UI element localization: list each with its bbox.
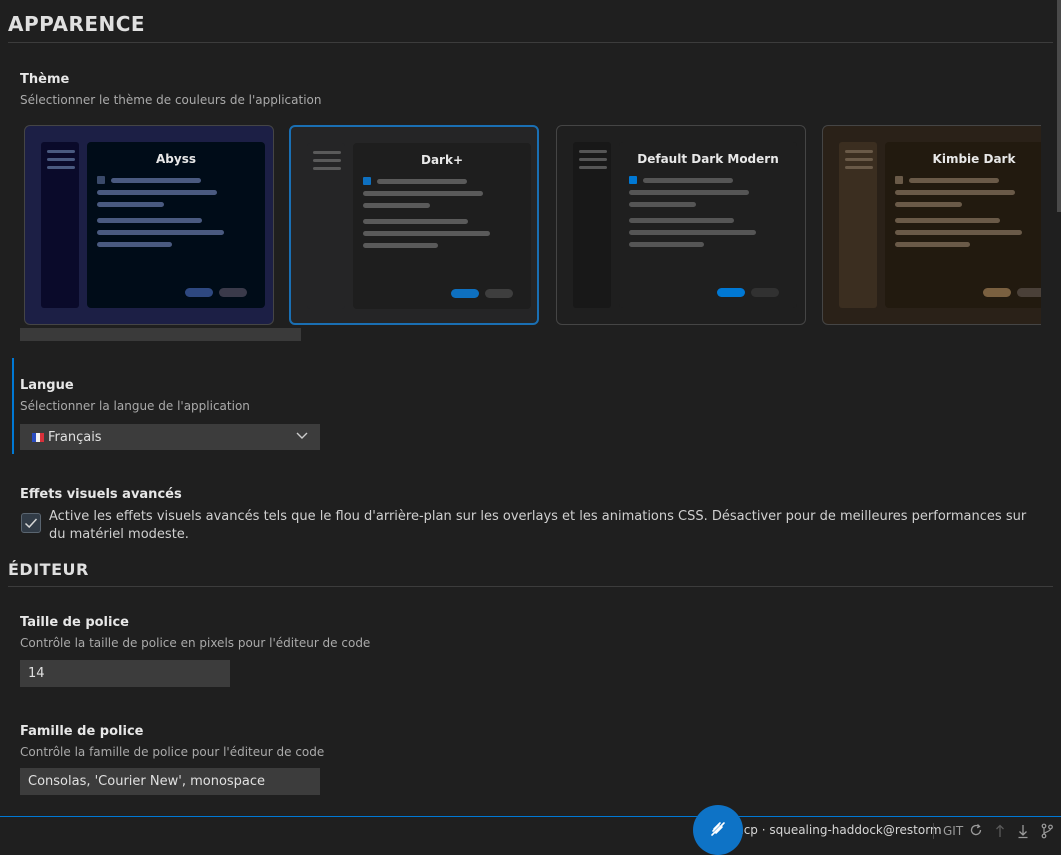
theme-preview-line [363, 203, 430, 208]
theme-preview-primary-button [983, 288, 1011, 297]
theme-preview-editor: Dark+ [353, 143, 531, 309]
vertical-scrollbar[interactable] [1057, 0, 1061, 212]
theme-card-name: Abyss [156, 152, 196, 166]
theme-preview-line [111, 178, 201, 183]
theme-preview-editor: Abyss [87, 142, 265, 308]
theme-card-name: Dark+ [420, 153, 463, 167]
refresh-icon[interactable] [969, 823, 983, 837]
theme-preview-line [363, 231, 490, 236]
theme-preview-line [895, 230, 1022, 235]
theme-preview-sidebar [839, 142, 877, 308]
theme-preview-line [895, 218, 1000, 223]
section-title-appearance: APPARENCE [8, 12, 146, 36]
font-family-setting-description: Contrôle la famille de police pour l'édi… [20, 745, 325, 759]
theme-preview-accent-dot [363, 177, 371, 185]
theme-card-name: Kimbie Dark [932, 152, 1016, 166]
theme-card-list: Abyss Dark+ Default Dark Modern Kimbie D… [24, 125, 1041, 327]
theme-preview-secondary-button [485, 289, 513, 298]
status-git-label[interactable]: GIT [943, 824, 963, 838]
theme-preview-line [97, 218, 202, 223]
section-divider [8, 586, 1053, 587]
theme-preview-line [895, 202, 962, 207]
theme-preview-line [363, 243, 438, 248]
status-bar: mcp · squealing-haddock@restorm GIT [0, 816, 1061, 845]
theme-preview-sidebar [573, 142, 611, 308]
theme-preview-accent-dot [97, 176, 105, 184]
theme-preview-line [629, 202, 696, 207]
branch-icon[interactable] [1040, 823, 1054, 839]
theme-preview-line [909, 178, 999, 183]
theme-preview-secondary-button [1017, 288, 1041, 297]
section-title-editor: ÉDITEUR [8, 560, 89, 579]
status-connection-user[interactable]: mcp · squealing-haddock@restorm [732, 823, 942, 837]
theme-preview-primary-button [185, 288, 213, 297]
language-setting-description: Sélectionner la langue de l'application [20, 399, 250, 413]
font-size-setting-title: Taille de police [20, 615, 129, 630]
font-size-setting-description: Contrôle la taille de police en pixels p… [20, 636, 371, 650]
checkmark-icon [24, 518, 38, 529]
effects-setting-title: Effets visuels avancés [20, 487, 182, 502]
feather-icon [711, 822, 725, 836]
theme-preview-line [363, 219, 468, 224]
theme-preview-line [97, 230, 224, 235]
theme-preview-line [97, 242, 172, 247]
push-icon[interactable] [993, 823, 1007, 839]
effects-checkbox[interactable] [21, 513, 41, 533]
font-family-setting-title: Famille de police [20, 724, 144, 739]
theme-preview-line [97, 190, 217, 195]
chat-fab-button[interactable] [693, 805, 743, 855]
theme-card-default-dark-modern[interactable]: Default Dark Modern [556, 125, 806, 325]
theme-preview-accent-dot [629, 176, 637, 184]
font-size-input[interactable] [20, 660, 230, 687]
focused-setting-indicator [12, 358, 14, 454]
chevron-down-icon [296, 432, 308, 439]
theme-preview-editor: Kimbie Dark [885, 142, 1041, 308]
theme-preview-line [643, 178, 733, 183]
theme-preview-accent-dot [895, 176, 903, 184]
language-select[interactable]: Français [20, 424, 320, 450]
theme-setting-title: Thème [20, 72, 70, 87]
status-separator [933, 823, 934, 839]
font-family-input[interactable] [20, 768, 320, 795]
theme-preview-line [97, 202, 164, 207]
theme-card-dark-plus[interactable]: Dark+ [289, 125, 539, 325]
theme-preview-sidebar [41, 142, 79, 308]
theme-preview-sidebar [307, 143, 345, 309]
pull-icon[interactable] [1016, 823, 1030, 839]
section-divider [8, 42, 1053, 43]
effects-checkbox-label: Active les effets visuels avancés tels q… [49, 509, 1027, 542]
theme-preview-line [629, 218, 734, 223]
theme-card-kimbie-dark[interactable]: Kimbie Dark [822, 125, 1041, 325]
theme-preview-line [895, 242, 970, 247]
theme-card-abyss[interactable]: Abyss [24, 125, 274, 325]
theme-card-name: Default Dark Modern [637, 152, 779, 166]
theme-horizontal-scrollbar[interactable] [20, 328, 301, 341]
theme-preview-line [629, 242, 704, 247]
theme-preview-line [377, 179, 467, 184]
theme-preview-editor: Default Dark Modern [619, 142, 797, 308]
theme-preview-line [629, 190, 749, 195]
theme-preview-secondary-button [219, 288, 247, 297]
language-select-value: Français [48, 429, 102, 445]
theme-preview-line [629, 230, 756, 235]
settings-scroll-area[interactable]: APPARENCE Thème Sélectionner le thème de… [0, 0, 1061, 816]
theme-preview-secondary-button [751, 288, 779, 297]
theme-setting-description: Sélectionner le thème de couleurs de l'a… [20, 93, 322, 107]
theme-preview-line [895, 190, 1015, 195]
language-setting-title: Langue [20, 378, 74, 393]
theme-preview-primary-button [717, 288, 745, 297]
theme-preview-line [363, 191, 483, 196]
theme-preview-primary-button [451, 289, 479, 298]
french-flag-icon [32, 432, 44, 442]
